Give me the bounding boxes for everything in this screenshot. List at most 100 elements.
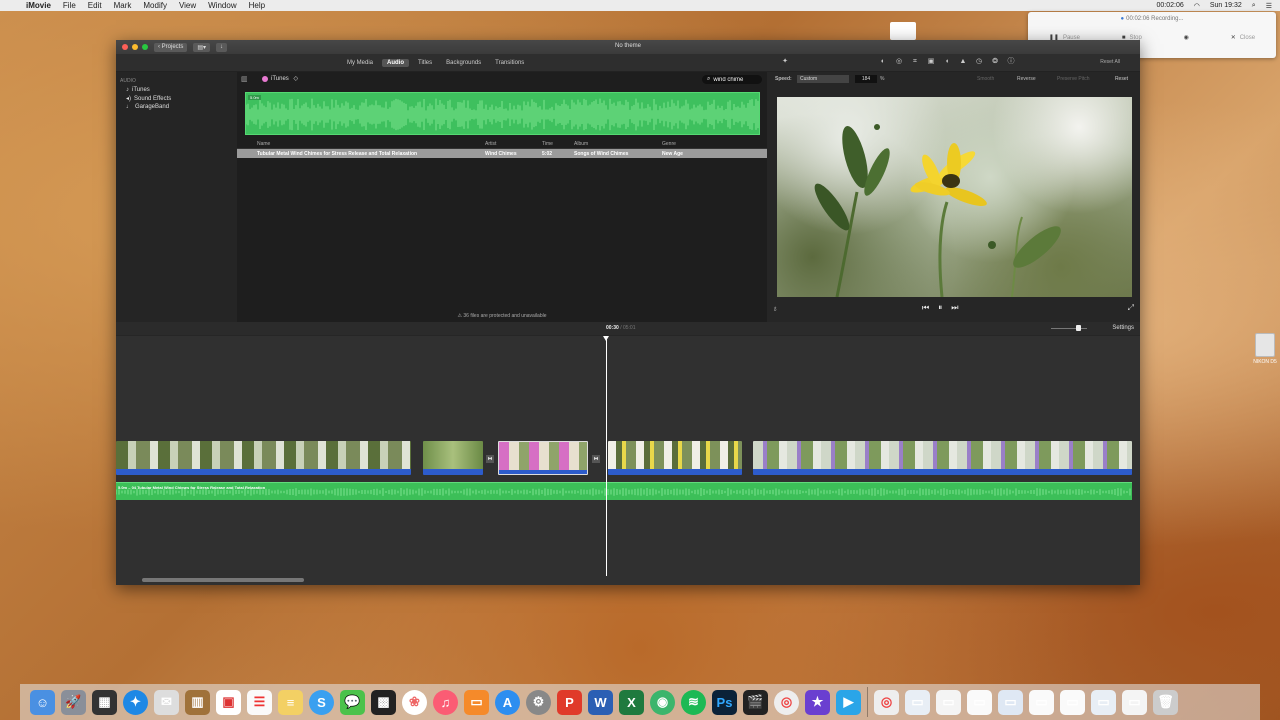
chrome-document-icon[interactable]: ◎ [874, 689, 899, 715]
transition-icon[interactable]: ⧓ [486, 455, 494, 463]
column-name[interactable]: Name [237, 141, 485, 147]
crop-icon[interactable]: ⌗ [910, 57, 920, 67]
menubar-clock[interactable]: Sun 19:32 [1210, 2, 1242, 9]
document-icon[interactable]: ▭ [1122, 689, 1147, 715]
search-input[interactable] [713, 76, 754, 83]
reset-all-button[interactable]: Reset All [1100, 59, 1120, 65]
volume-icon[interactable]: ◖ [942, 57, 952, 67]
video-clip-selected[interactable] [498, 441, 588, 475]
tab-transitions[interactable]: Transitions [490, 59, 529, 67]
reverse-checkbox[interactable]: Reverse [1017, 76, 1036, 82]
clip-filter-icon[interactable]: ❂ [990, 57, 1000, 67]
menu-window[interactable]: Window [208, 1, 236, 10]
minimize-window-button[interactable] [132, 44, 138, 50]
final-cut-icon[interactable]: 🎬 [743, 689, 768, 715]
photo-booth-icon[interactable]: ▩ [371, 689, 396, 715]
column-album[interactable]: Album [574, 141, 662, 147]
chrome-icon[interactable]: ◎ [774, 689, 799, 715]
search-icon[interactable]: ⌕ [1252, 2, 1256, 10]
transition-icon[interactable]: ⧓ [592, 455, 600, 463]
microphone-icon[interactable]: ♁ [772, 304, 778, 313]
speed-select[interactable]: Custom [797, 75, 849, 83]
menu-modify[interactable]: Modify [143, 1, 167, 10]
menu-edit[interactable]: Edit [88, 1, 102, 10]
tab-my-media[interactable]: My Media [342, 59, 378, 67]
pause-icon[interactable]: ⏸ [938, 303, 942, 313]
reminders-icon[interactable]: ☰ [247, 689, 272, 715]
menu-mark[interactable]: Mark [114, 1, 132, 10]
safari-icon[interactable]: ✦ [123, 689, 148, 715]
mission-control-icon[interactable]: ▦ [92, 689, 117, 715]
video-clip[interactable] [116, 441, 411, 475]
table-row[interactable]: Tubular Metal Wind Chimes for Stress Rel… [237, 149, 767, 158]
imovie-star-icon[interactable]: ★ [805, 689, 830, 715]
import-button[interactable]: ↓ [216, 42, 228, 52]
screenshot-icon[interactable]: ▭ [905, 689, 930, 715]
skip-back-icon[interactable]: ⏮ [922, 303, 929, 313]
background-music-track[interactable]: 5.0m – 04 Tubular Metal Wind Chimes for … [116, 482, 1132, 500]
pdf-app-icon[interactable]: P [557, 689, 582, 715]
source-selector[interactable]: iTunes ◇ [262, 75, 298, 82]
facetime-icon[interactable]: ◉ [650, 689, 675, 715]
menu-view[interactable]: View [179, 1, 196, 10]
trash-icon[interactable]: 🗑 [1153, 689, 1178, 715]
system-preferences-icon[interactable]: ⚙ [526, 689, 551, 715]
menu-help[interactable]: Help [249, 1, 265, 10]
finder-icon[interactable]: ☺ [30, 689, 55, 715]
speed-percent-input[interactable]: 184 [855, 75, 877, 83]
settings-button[interactable]: Settings [1112, 325, 1134, 331]
video-preview[interactable] [777, 97, 1132, 297]
calendar-icon[interactable]: ▣ [216, 689, 241, 715]
speed-icon[interactable]: ◷ [974, 57, 984, 67]
video-clip[interactable] [608, 441, 742, 475]
zoom-slider-knob[interactable] [1076, 325, 1081, 331]
horizontal-scrollbar[interactable] [142, 578, 304, 582]
media-view-button[interactable]: ▤▾ [193, 42, 211, 52]
close-window-button[interactable] [122, 44, 128, 50]
magic-wand-icon[interactable]: ✦ [780, 57, 790, 67]
tab-titles[interactable]: Titles [413, 59, 437, 67]
menu-file[interactable]: File [63, 1, 76, 10]
column-time[interactable]: Time [542, 141, 574, 147]
tab-audio[interactable]: Audio [382, 59, 410, 67]
tab-backgrounds[interactable]: Backgrounds [441, 59, 486, 67]
camera-button[interactable]: ◉ [1184, 34, 1189, 41]
zoom-window-button[interactable] [142, 44, 148, 50]
menu-list-icon[interactable]: ☰ [1266, 2, 1272, 10]
mail-icon[interactable]: ✉ [154, 689, 179, 715]
excel-icon[interactable]: X [619, 689, 644, 715]
wifi-icon[interactable]: ◠ [1194, 2, 1200, 10]
photos-icon[interactable]: ❀ [402, 689, 427, 715]
menu-app-name[interactable]: iMovie [26, 1, 51, 10]
video-clip[interactable] [753, 441, 1132, 475]
photoshop-icon[interactable]: Ps [712, 689, 737, 715]
preserve-pitch-checkbox[interactable]: Preserve Pitch [1057, 76, 1090, 82]
sidebar-item-sound-effects[interactable]: ◂) Sound Effects [120, 95, 237, 103]
color-correction-icon[interactable]: ◎ [894, 57, 904, 67]
itunes-dock-icon[interactable]: ♫ [433, 689, 458, 715]
document-icon[interactable]: ▭ [1091, 689, 1116, 715]
recording-time[interactable]: 00:02:06 [1157, 2, 1184, 9]
skype-icon[interactable]: S [309, 689, 334, 715]
contacts-icon[interactable]: ▥ [185, 689, 210, 715]
close-button[interactable]: ✕ Close [1231, 34, 1255, 42]
column-genre[interactable]: Genre [662, 141, 767, 147]
zoom-app-icon[interactable]: ▶ [836, 689, 861, 715]
column-artist[interactable]: Artist [485, 141, 542, 147]
skip-forward-icon[interactable]: ⏭ [951, 303, 958, 313]
document-icon[interactable]: ▭ [936, 689, 961, 715]
search-field[interactable]: ⌕ [702, 75, 762, 84]
messages-icon[interactable]: 💬 [340, 689, 365, 715]
zoom-slider[interactable] [1051, 325, 1087, 331]
sidebar-item-garageband[interactable]: ♩ GarageBand [120, 104, 237, 110]
sidebar-toggle-icon[interactable]: ▥ [241, 75, 248, 83]
projects-button[interactable]: ‹ Projects [154, 42, 188, 52]
stabilization-icon[interactable]: ▣ [926, 57, 936, 67]
ibooks-icon[interactable]: ▭ [464, 689, 489, 715]
info-icon[interactable]: ⓘ [1006, 57, 1016, 67]
word-icon[interactable]: W [588, 689, 613, 715]
document-icon[interactable]: ▭ [1029, 689, 1054, 715]
notes-icon[interactable]: ≡ [278, 689, 303, 715]
launchpad-icon[interactable]: 🚀 [61, 689, 86, 715]
fullscreen-icon[interactable]: ⤢ [1128, 303, 1134, 313]
